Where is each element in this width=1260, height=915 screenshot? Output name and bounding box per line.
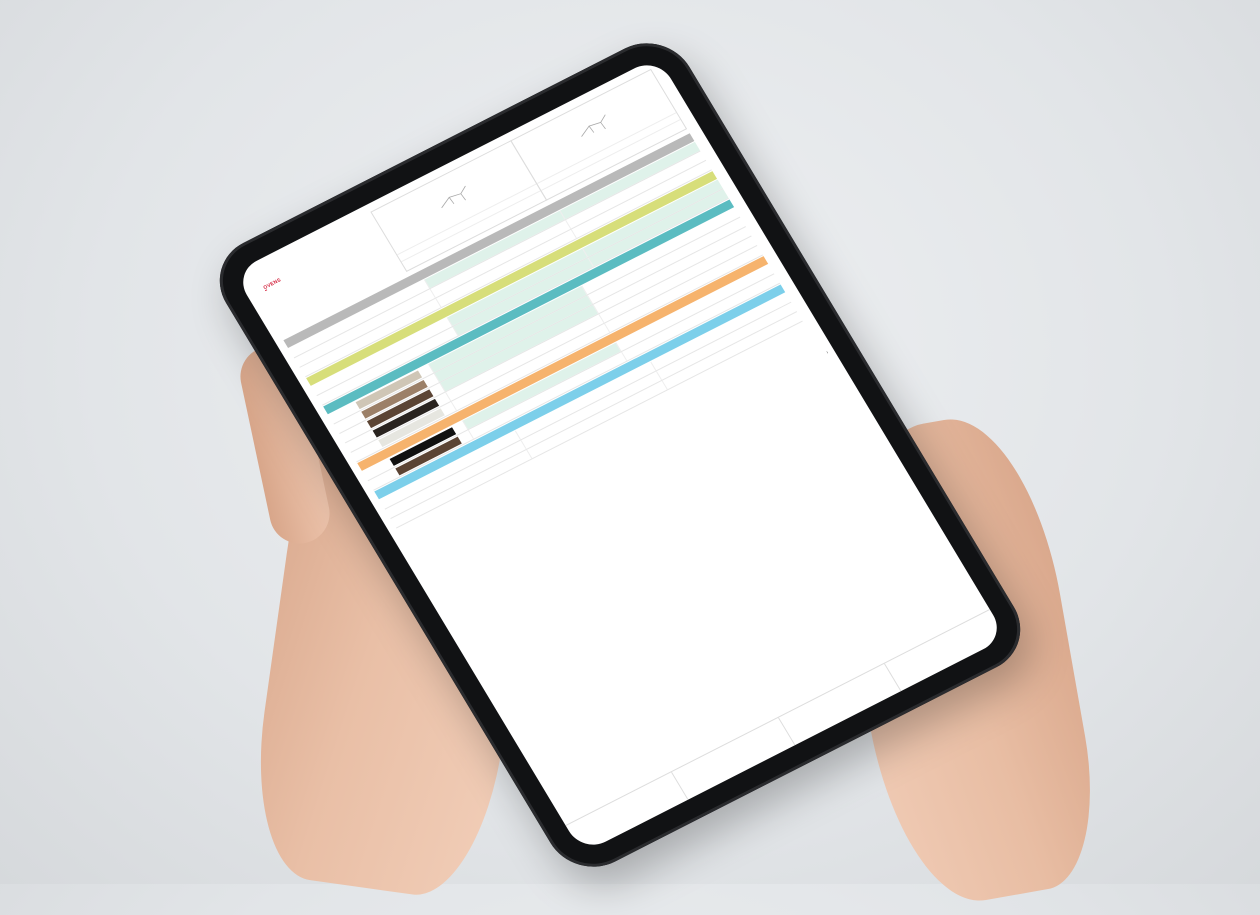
tab-operative[interactable] (671, 718, 795, 800)
photo-scene: OVENS › (0, 0, 1260, 915)
page-arrow-icon[interactable]: › (825, 350, 830, 356)
product-drawing-icon (441, 186, 466, 209)
product-drawing-icon (581, 114, 606, 138)
tab-home[interactable] (566, 772, 688, 853)
section-label (286, 274, 289, 279)
